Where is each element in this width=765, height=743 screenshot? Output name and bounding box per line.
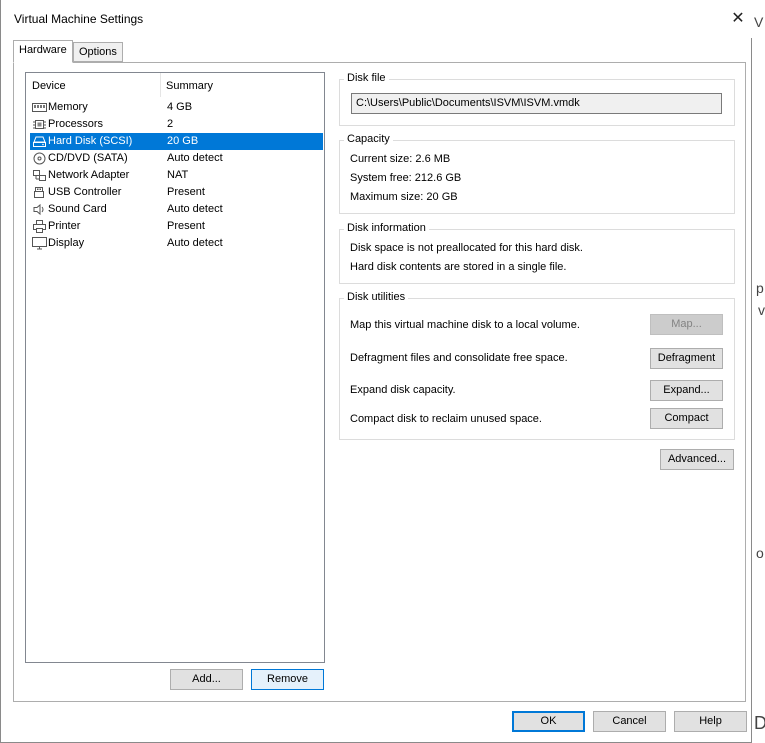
device-row-hard-disk[interactable]: Hard Disk (SCSI) 20 GB [30,133,323,150]
device-name: Printer [48,220,81,232]
network-adapter-icon [33,170,46,181]
device-name: CD/DVD (SATA) [48,152,128,164]
device-summary: 2 [167,118,174,130]
column-header-device[interactable]: Device [32,80,66,92]
group-title: Disk utilities [344,291,409,303]
disk-file-path-field[interactable]: C:\Users\Public\Documents\ISVM\ISVM.vmdk [351,93,722,114]
device-name: Processors [48,118,104,130]
help-button[interactable]: Help [674,711,747,732]
map-description: Map this virtual machine disk to a local… [350,319,580,331]
tab-hardware[interactable]: Hardware [13,40,73,63]
hard-disk-icon [33,136,46,147]
title-bar[interactable]: Virtual Machine Settings ✕ [1,0,752,38]
device-name: Sound Card [48,203,107,215]
current-size-text: Current size: 2.6 MB [350,153,451,165]
capacity-group: Capacity Current size: 2.6 MB System fre… [339,133,735,214]
cd-dvd-icon [33,152,46,165]
speaker-icon [33,203,44,216]
device-summary: NAT [167,169,189,181]
cancel-button[interactable]: Cancel [593,711,666,732]
device-row-processors[interactable]: Processors 2 [30,116,323,133]
add-device-button[interactable]: Add... [170,669,243,690]
compact-description: Compact disk to reclaim unused space. [350,413,542,425]
device-list[interactable]: Device Summary Memory 4 GB Processors 2 … [25,72,325,663]
maximum-size-text: Maximum size: 20 GB [350,191,458,203]
column-header-summary[interactable]: Summary [166,80,213,92]
memory-icon [32,103,47,112]
vm-settings-dialog: Virtual Machine Settings ✕ Hardware Opti… [0,0,752,743]
single-file-text: Hard disk contents are stored in a singl… [350,261,567,273]
group-title: Disk file [344,72,389,84]
advanced-button[interactable]: Advanced... [660,449,734,470]
background-text: p [756,280,764,296]
close-icon: ✕ [731,10,745,27]
device-summary: Present [167,220,205,232]
device-row-sound-card[interactable]: Sound Card Auto detect [30,201,323,218]
device-name: Hard Disk (SCSI) [48,135,133,147]
tab-label: Hardware [19,44,67,56]
background-window: V p v o D [752,0,765,743]
defragment-button[interactable]: Defragment [650,348,723,369]
device-summary: 20 GB [167,135,199,147]
list-header: Device Summary [26,73,324,99]
device-summary: 4 GB [167,101,193,113]
group-title: Disk information [344,222,429,234]
expand-button[interactable]: Expand... [650,380,723,401]
background-text: V [754,14,764,30]
device-summary: Auto detect [167,237,223,249]
group-title: Capacity [344,133,393,145]
defragment-description: Defragment files and consolidate free sp… [350,352,568,364]
map-button[interactable]: Map... [650,314,723,335]
device-row-cd-dvd[interactable]: CD/DVD (SATA) Auto detect [30,150,323,167]
tab-options[interactable]: Options [73,42,123,62]
device-name: USB Controller [48,186,122,198]
background-text: v [758,302,765,318]
background-text: o [756,545,764,561]
close-button[interactable]: ✕ [725,8,751,30]
tab-label: Options [79,46,117,58]
device-row-printer[interactable]: Printer Present [30,218,323,235]
device-summary: Present [167,186,205,198]
display-icon [32,237,47,250]
usb-icon [34,187,44,198]
background-text: D [754,713,765,733]
device-row-memory[interactable]: Memory 4 GB [30,99,323,116]
printer-icon [33,220,46,233]
disk-utilities-group: Disk utilities Map this virtual machine … [339,291,735,440]
disk-file-group: Disk file C:\Users\Public\Documents\ISVM… [339,72,735,126]
device-row-usb-controller[interactable]: USB Controller Present [30,184,323,201]
compact-button[interactable]: Compact [650,408,723,429]
device-name: Memory [48,101,88,113]
device-summary: Auto detect [167,203,223,215]
device-summary: Auto detect [167,152,223,164]
disk-information-group: Disk information Disk space is not preal… [339,222,735,284]
window-title: Virtual Machine Settings [14,12,144,26]
remove-device-button[interactable]: Remove [251,669,324,690]
ok-button[interactable]: OK [512,711,585,732]
system-free-text: System free: 212.6 GB [350,172,462,184]
device-row-network-adapter[interactable]: Network Adapter NAT [30,167,323,184]
device-row-display[interactable]: Display Auto detect [30,235,323,252]
expand-description: Expand disk capacity. [350,384,456,396]
column-divider[interactable] [160,73,161,97]
preallocation-text: Disk space is not preallocated for this … [350,242,583,254]
device-name: Display [48,237,85,249]
device-name: Network Adapter [48,169,130,181]
processor-icon [33,120,46,129]
